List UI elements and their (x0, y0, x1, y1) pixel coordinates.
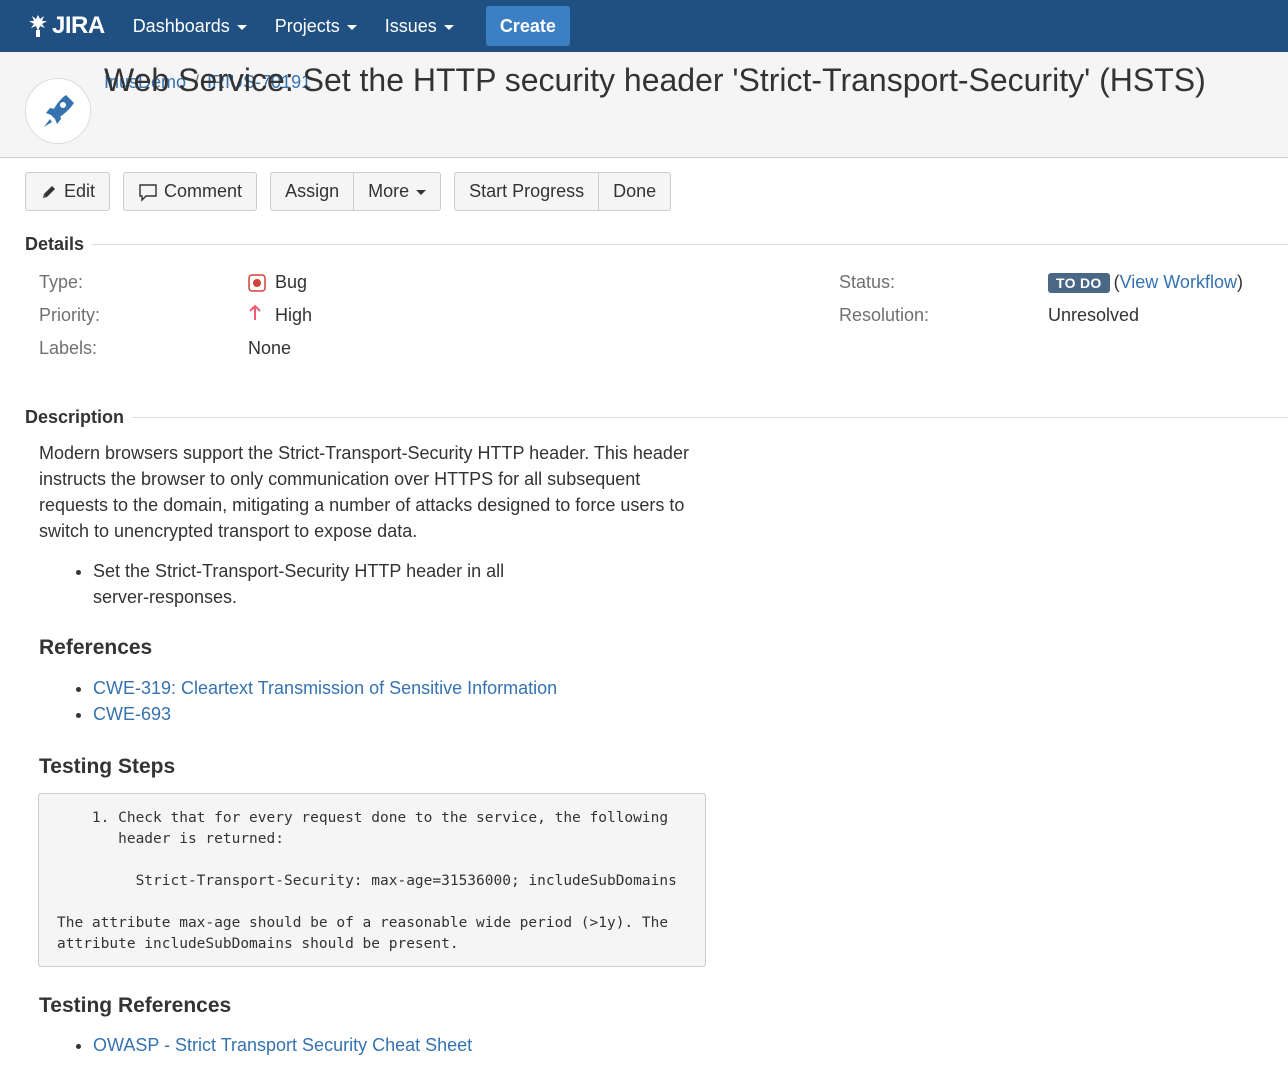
jira-logo[interactable]: JIRA (26, 12, 105, 40)
more-button[interactable]: More (354, 172, 442, 211)
comment-bubble-icon (138, 182, 158, 202)
view-workflow-link[interactable]: View Workflow (1120, 272, 1237, 293)
description-list: Set the Strict-Transport-Security HTTP h… (39, 558, 699, 610)
issue-header: IriusDemo / IRIUS-70191 Web Service: Set t… (0, 52, 1288, 158)
testing-steps-code: 1. Check that for every request done to … (38, 793, 706, 967)
top-nav: JIRA Dashboards Projects Issues Create (0, 0, 1288, 52)
jira-logo-icon (26, 13, 52, 39)
bug-icon (248, 273, 266, 292)
arrow-up-icon (248, 304, 262, 322)
nav-dashboards[interactable]: Dashboards (133, 16, 247, 37)
edit-group: Edit (25, 172, 111, 211)
status-value: TO DO (View Workflow) (1048, 272, 1243, 293)
list-item: OWASP - Strict Transport Security Cheat … (93, 1032, 472, 1058)
priority-text: High (275, 305, 313, 325)
done-button[interactable]: Done (599, 172, 672, 211)
comment-button[interactable]: Comment (123, 172, 258, 211)
nav-projects-label: Projects (274, 15, 340, 36)
edit-label: Edit (64, 181, 96, 201)
nav-issues-label: Issues (384, 15, 437, 36)
description-heading: Description (25, 407, 125, 427)
divider (132, 417, 1288, 418)
rocket-icon (36, 89, 80, 133)
nav-dashboards-label: Dashboards (132, 15, 230, 36)
more-label: More (368, 181, 410, 201)
page-title: Web Service: Set the HTTP security heade… (104, 62, 1206, 98)
type-label: Type: (39, 272, 84, 292)
details-heading: Details (25, 234, 85, 254)
issue-toolbar: Edit Comment Assign More Start Progress … (25, 172, 672, 211)
chevron-down-icon (443, 24, 454, 30)
chevron-down-icon (236, 24, 247, 30)
assign-more-group: Assign More (270, 172, 442, 211)
priority-label: Priority: (39, 305, 101, 325)
priority-value: High (248, 304, 313, 326)
list-item: CWE-693 (93, 701, 557, 727)
nav-projects[interactable]: Projects (275, 16, 357, 37)
workflow-close-paren: ) (1236, 272, 1243, 292)
chevron-down-icon (346, 24, 357, 30)
edit-button[interactable]: Edit (25, 172, 111, 211)
testing-steps-heading: Testing Steps (39, 755, 176, 778)
resolution-value: Unresolved (1048, 305, 1140, 325)
reference-link-cwe-693[interactable]: CWE-693 (93, 704, 171, 724)
testing-references-list: OWASP - Strict Transport Security Cheat … (39, 1032, 472, 1058)
details-section-header[interactable]: Details (25, 234, 1288, 255)
divider (92, 244, 1288, 245)
logo-text: JIRA (52, 12, 105, 39)
description-paragraph: Modern browsers support the Strict-Trans… (39, 443, 689, 541)
type-text: Bug (275, 272, 308, 292)
comment-label: Comment (164, 181, 243, 201)
labels-value: None (248, 338, 292, 358)
start-progress-button[interactable]: Start Progress (454, 172, 600, 211)
list-item: CWE-319: Cleartext Transmission of Sensi… (93, 675, 557, 701)
type-value: Bug (248, 272, 307, 293)
labels-label: Labels: (39, 338, 98, 358)
description-section-header[interactable]: Description (25, 407, 1288, 428)
references-list: CWE-319: Cleartext Transmission of Sensi… (39, 675, 557, 727)
resolution-label: Resolution: (839, 305, 930, 325)
project-avatar[interactable] (25, 78, 91, 144)
reference-link-cwe-319[interactable]: CWE-319: Cleartext Transmission of Sensi… (93, 678, 557, 698)
workflow-group: Start Progress Done (454, 172, 672, 211)
references-heading: References (39, 636, 153, 659)
status-label: Status: (839, 272, 896, 292)
create-button[interactable]: Create (485, 6, 570, 46)
list-item: Set the Strict-Transport-Security HTTP h… (93, 558, 533, 610)
comment-group: Comment (123, 172, 258, 211)
testing-references-heading: Testing References (39, 994, 232, 1017)
chevron-down-icon (416, 190, 427, 195)
description-body: Modern browsers support the Strict-Trans… (39, 440, 699, 610)
pencil-icon (40, 183, 58, 201)
status-badge: TO DO (1048, 272, 1110, 293)
assign-button[interactable]: Assign (270, 172, 355, 211)
owasp-link[interactable]: OWASP - Strict Transport Security Cheat … (93, 1035, 472, 1055)
nav-issues[interactable]: Issues (385, 16, 454, 37)
